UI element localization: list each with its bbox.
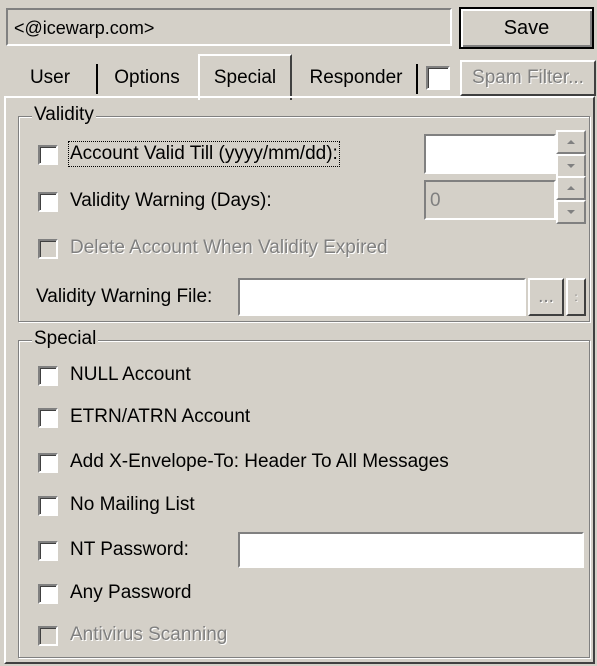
no-mailing-list-checkbox[interactable] (38, 496, 58, 516)
tab-responder[interactable]: Responder (296, 60, 416, 96)
tab-options[interactable]: Options (100, 60, 194, 96)
antivirus-label: Antivirus Scanning (70, 624, 228, 645)
save-button[interactable]: Save (459, 7, 594, 49)
spin-up-button[interactable] (556, 176, 586, 200)
tab-options-label: Options (114, 67, 180, 88)
tab-divider (416, 64, 418, 94)
etrn-account-checkbox[interactable] (38, 408, 58, 428)
arrow-down-icon (567, 210, 575, 214)
warning-file-input[interactable] (238, 278, 526, 316)
colon-icon: : (574, 290, 578, 304)
tab-divider (96, 64, 98, 94)
antivirus-checkbox[interactable] (38, 626, 58, 646)
any-password-checkbox[interactable] (38, 584, 58, 604)
spam-filter-button[interactable]: Spam Filter... (460, 60, 596, 96)
save-label: Save (503, 16, 550, 39)
arrow-down-icon (567, 164, 575, 168)
tab-responder-label: Responder (309, 67, 403, 88)
validity-warning-label: Validity Warning (Days): (70, 190, 272, 211)
arrow-up-icon (567, 140, 575, 144)
validity-warning-spinner[interactable] (556, 176, 586, 224)
email-display-field: <@icewarp.com> (6, 8, 452, 46)
tab-user-label: User (29, 67, 71, 88)
etrn-account-label: ETRN/ATRN Account (70, 406, 251, 427)
browse-button[interactable]: ... (528, 278, 564, 316)
delete-account-checkbox[interactable] (38, 239, 58, 259)
browse-label: ... (538, 286, 554, 307)
warning-file-label: Validity Warning File: (36, 286, 213, 307)
delete-account-label: Delete Account When Validity Expired (70, 237, 388, 258)
x-envelope-label: Add X-Envelope-To: Header To All Message… (70, 451, 449, 472)
no-mailing-list-label: No Mailing List (70, 494, 195, 515)
account-valid-till-input[interactable] (424, 134, 556, 174)
null-account-label: NULL Account (70, 364, 191, 385)
account-valid-till-label: Account Valid Till (yyyy/mm/dd): (68, 141, 340, 167)
spin-down-button[interactable] (556, 200, 586, 224)
spam-filter-checkbox[interactable] (426, 66, 450, 90)
spam-filter-label: Spam Filter... (472, 67, 584, 88)
null-account-checkbox[interactable] (38, 366, 58, 386)
spin-up-button[interactable] (556, 130, 586, 154)
special-group-label: Special (32, 328, 99, 350)
account-valid-till-spinner[interactable] (556, 130, 586, 178)
account-valid-till-checkbox[interactable] (38, 145, 58, 165)
tab-special[interactable]: Special (198, 54, 292, 100)
arrow-up-icon (567, 186, 575, 190)
tab-special-label: Special (213, 67, 277, 88)
any-password-label: Any Password (70, 582, 192, 603)
validity-group-label: Validity (32, 104, 96, 126)
nt-password-label: NT Password: (70, 539, 189, 560)
nt-password-checkbox[interactable] (38, 541, 58, 561)
validity-warning-checkbox[interactable] (38, 192, 58, 212)
tab-user[interactable]: User (14, 60, 86, 96)
nt-password-input[interactable] (238, 532, 584, 568)
validity-warning-input[interactable]: 0 (424, 180, 556, 220)
spin-down-button[interactable] (556, 154, 586, 178)
file-options-button[interactable]: : (566, 278, 586, 316)
x-envelope-checkbox[interactable] (38, 453, 58, 473)
